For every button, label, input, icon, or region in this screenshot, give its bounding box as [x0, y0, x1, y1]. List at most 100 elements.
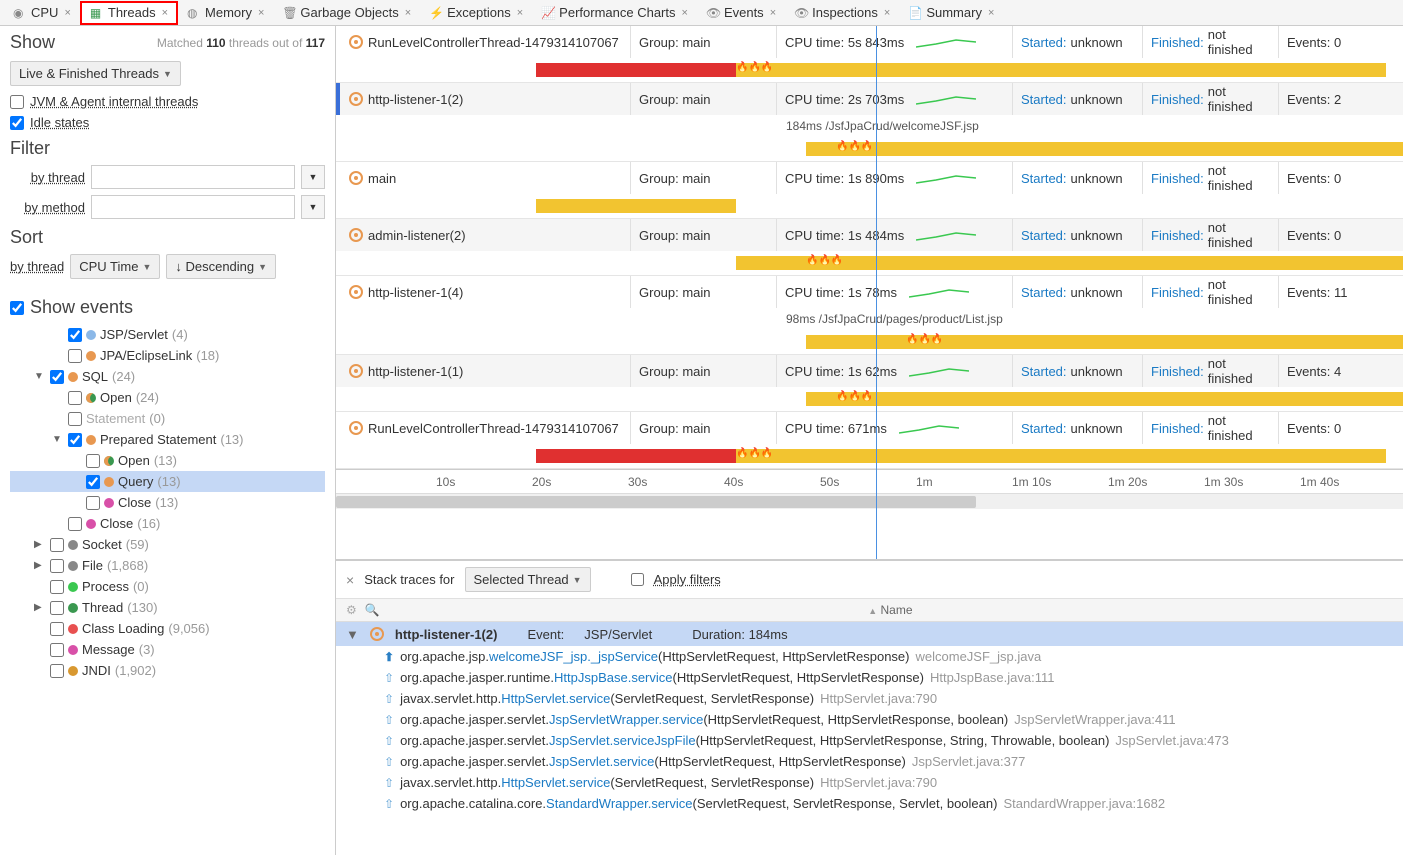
thread-timeline[interactable]: 🔥🔥🔥: [436, 139, 1403, 159]
sort-dir-dd[interactable]: ↓ Descending▼: [166, 254, 276, 279]
tree-checkbox[interactable]: [50, 370, 64, 384]
close-icon[interactable]: ×: [770, 7, 776, 19]
stack-group-header[interactable]: ▼http-listener-1(2)Event:JSP/ServletDura…: [336, 622, 1403, 646]
thread-row[interactable]: RunLevelControllerThread-1479314107067 G…: [336, 26, 1403, 83]
thread-timeline[interactable]: 🔥🔥🔥: [436, 389, 1403, 409]
tree-checkbox[interactable]: [50, 580, 64, 594]
tree-item[interactable]: Statement (0): [10, 408, 325, 429]
tree-checkbox[interactable]: [68, 433, 82, 447]
thread-timeline[interactable]: 🔥🔥🔥: [436, 60, 1403, 80]
thread-row[interactable]: admin-listener(2) Group: main CPU time: …: [336, 219, 1403, 276]
stack-thread-dd[interactable]: Selected Thread▼: [465, 567, 591, 592]
stack-frame[interactable]: ⇧org.apache.jasper.runtime.HttpJspBase.s…: [336, 667, 1403, 688]
tree-checkbox[interactable]: [86, 496, 100, 510]
stack-close[interactable]: ×: [346, 572, 354, 588]
tree-item[interactable]: ▶File (1,868): [10, 555, 325, 576]
thread-timeline[interactable]: 🔥🔥🔥: [436, 332, 1403, 352]
stack-frame[interactable]: ⇧javax.servlet.http.HttpServlet.service(…: [336, 688, 1403, 709]
tab-exceptions[interactable]: ⚡Exceptions×: [420, 1, 532, 25]
tab-events[interactable]: 👁Events×: [697, 1, 785, 25]
stack-frame[interactable]: ⬆org.apache.jsp.welcomeJSF_jsp._jspServi…: [336, 646, 1403, 667]
filter-method-dd[interactable]: ▼: [301, 195, 325, 219]
file-link[interactable]: HttpServlet.java:790: [820, 691, 937, 706]
thread-timeline[interactable]: [436, 196, 1403, 216]
tree-checkbox[interactable]: [50, 601, 64, 615]
stack-frame[interactable]: ⇧org.apache.jasper.servlet.JspServlet.se…: [336, 730, 1403, 751]
tree-item[interactable]: JSP/Servlet (4): [10, 324, 325, 345]
tree-checkbox[interactable]: [50, 538, 64, 552]
tab-threads[interactable]: ▦Threads×: [80, 1, 178, 25]
thread-row[interactable]: http-listener-1(2) Group: main CPU time:…: [336, 83, 1403, 162]
tab-performance-charts[interactable]: 📈Performance Charts×: [532, 1, 697, 25]
filter-thread-dd[interactable]: ▼: [301, 165, 325, 189]
file-link[interactable]: HttpJspBase.java:111: [930, 670, 1055, 685]
tab-garbage-objects[interactable]: 🗑Garbage Objects×: [273, 1, 420, 25]
gear-icon[interactable]: ⚙: [346, 603, 357, 617]
tree-item[interactable]: Message (3): [10, 639, 325, 660]
search-icon[interactable]: 🔍: [365, 603, 380, 617]
stack-frame[interactable]: ⇧org.apache.jasper.servlet.JspServletWra…: [336, 709, 1403, 730]
stack-frame[interactable]: ⇧org.apache.jasper.servlet.JspServlet.se…: [336, 751, 1403, 772]
file-link[interactable]: HttpServlet.java:790: [820, 775, 937, 790]
expand-icon[interactable]: ▼: [52, 434, 64, 445]
tree-item[interactable]: Close (13): [10, 492, 325, 513]
expand-icon[interactable]: ▼: [34, 371, 46, 382]
apply-filters-checkbox[interactable]: [631, 573, 644, 586]
tab-cpu[interactable]: ◉CPU×: [4, 1, 80, 25]
tree-item[interactable]: Query (13): [10, 471, 325, 492]
thread-timeline[interactable]: 🔥🔥🔥: [436, 253, 1403, 273]
close-icon[interactable]: ×: [884, 7, 890, 19]
h-scrollbar[interactable]: [336, 493, 1403, 509]
show-events-checkbox[interactable]: [10, 301, 24, 315]
close-icon[interactable]: ×: [988, 7, 994, 19]
tab-memory[interactable]: ◍Memory×: [178, 1, 273, 25]
tree-checkbox[interactable]: [68, 328, 82, 342]
tree-item[interactable]: Close (16): [10, 513, 325, 534]
sort-by-dd[interactable]: CPU Time▼: [70, 254, 160, 279]
tree-checkbox[interactable]: [86, 454, 100, 468]
tree-item[interactable]: ▶Socket (59): [10, 534, 325, 555]
tree-checkbox[interactable]: [68, 391, 82, 405]
thread-row[interactable]: main Group: main CPU time: 1s 890ms Star…: [336, 162, 1403, 219]
file-link[interactable]: JspServlet.java:473: [1115, 733, 1228, 748]
expand-icon[interactable]: ▶: [34, 539, 46, 550]
thread-row[interactable]: RunLevelControllerThread-1479314107067 G…: [336, 412, 1403, 469]
tree-checkbox[interactable]: [50, 664, 64, 678]
tree-item[interactable]: ▼Prepared Statement (13): [10, 429, 325, 450]
close-icon[interactable]: ×: [682, 7, 688, 19]
tree-checkbox[interactable]: [50, 559, 64, 573]
filter-method-input[interactable]: [91, 195, 295, 219]
tree-checkbox[interactable]: [68, 349, 82, 363]
file-link[interactable]: JspServlet.java:377: [912, 754, 1025, 769]
tree-item[interactable]: Process (0): [10, 576, 325, 597]
close-icon[interactable]: ×: [162, 7, 168, 19]
tree-item[interactable]: JPA/EclipseLink (18): [10, 345, 325, 366]
filter-thread-input[interactable]: [91, 165, 295, 189]
tree-item[interactable]: ▶Thread (130): [10, 597, 325, 618]
tree-checkbox[interactable]: [68, 412, 82, 426]
thread-timeline[interactable]: 🔥🔥🔥: [436, 446, 1403, 466]
close-icon[interactable]: ×: [258, 7, 264, 19]
close-icon[interactable]: ×: [64, 7, 70, 19]
name-column[interactable]: Name: [880, 603, 912, 617]
stack-frame[interactable]: ⇧javax.servlet.http.HttpServlet.service(…: [336, 772, 1403, 793]
stack-frame[interactable]: ⇧org.apache.catalina.core.StandardWrappe…: [336, 793, 1403, 814]
tree-item[interactable]: Open (13): [10, 450, 325, 471]
tab-inspections[interactable]: 👁Inspections×: [785, 1, 899, 25]
file-link[interactable]: StandardWrapper.java:1682: [1003, 796, 1165, 811]
tree-checkbox[interactable]: [50, 622, 64, 636]
tree-item[interactable]: JNDI (1,902): [10, 660, 325, 681]
thread-row[interactable]: http-listener-1(1) Group: main CPU time:…: [336, 355, 1403, 412]
file-link[interactable]: welcomeJSF_jsp.java: [916, 649, 1042, 664]
collapse-icon[interactable]: ▼: [346, 627, 359, 642]
jvm-internal-checkbox[interactable]: [10, 95, 24, 109]
tree-checkbox[interactable]: [86, 475, 100, 489]
tree-item[interactable]: ▼SQL (24): [10, 366, 325, 387]
tree-item[interactable]: Open (24): [10, 387, 325, 408]
close-icon[interactable]: ×: [405, 7, 411, 19]
thread-row[interactable]: http-listener-1(4) Group: main CPU time:…: [336, 276, 1403, 355]
file-link[interactable]: JspServletWrapper.java:411: [1014, 712, 1175, 727]
thread-state-dropdown[interactable]: Live & Finished Threads▼: [10, 61, 181, 86]
expand-icon[interactable]: ▶: [34, 560, 46, 571]
tree-checkbox[interactable]: [50, 643, 64, 657]
